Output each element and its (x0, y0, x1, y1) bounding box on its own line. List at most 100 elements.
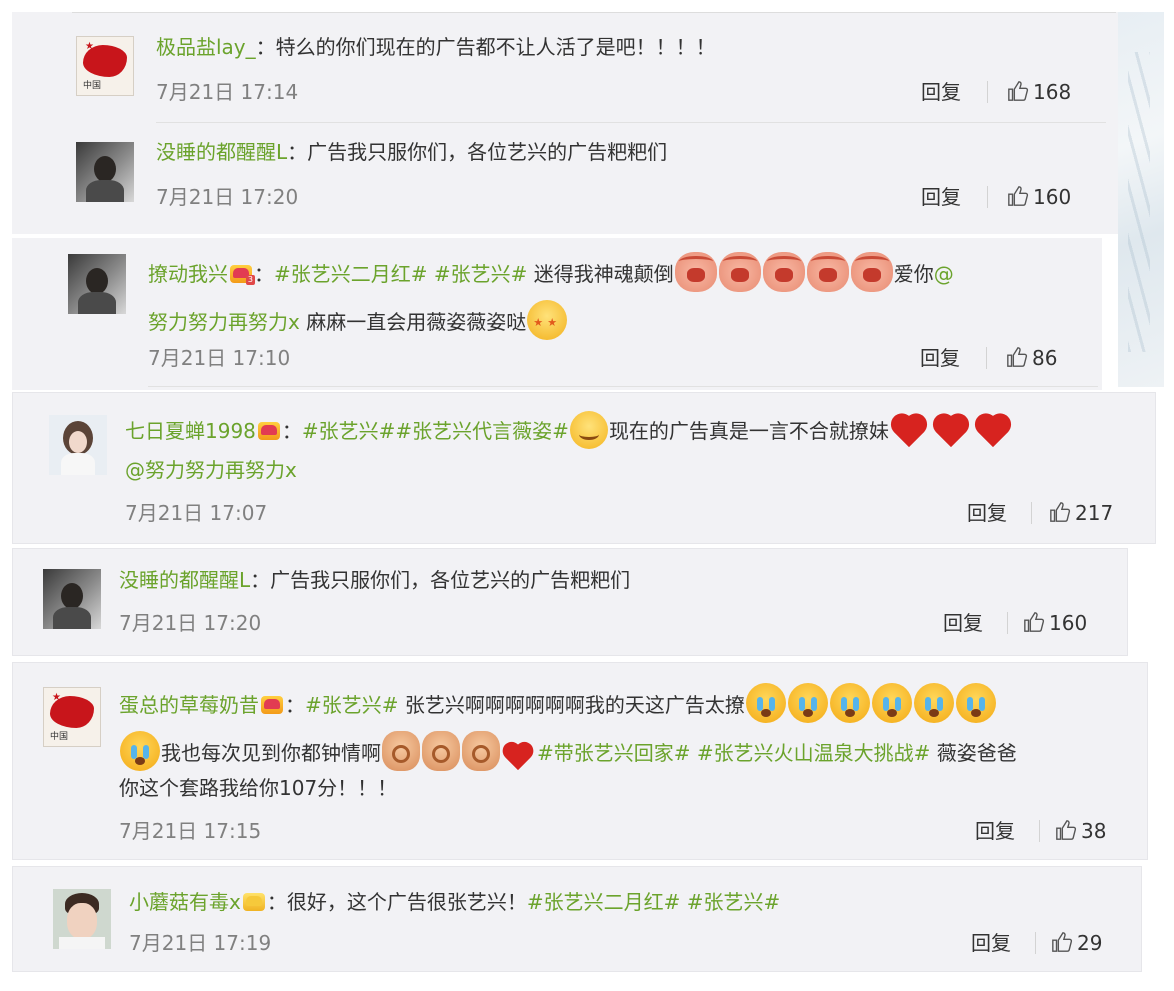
like-button[interactable]: 168 (1007, 80, 1071, 104)
comment-text: 小蘑菇有毒x ：很好，这个广告很张艺兴！#张艺兴二月红# #张艺兴# (129, 890, 781, 914)
like-button[interactable]: 160 (1023, 611, 1087, 635)
heart-emoji-icon (890, 413, 930, 449)
pig-emoji-icon (674, 252, 717, 292)
bow-emoji-icon (422, 731, 460, 771)
reply-button[interactable]: 回复 (943, 611, 983, 635)
avatar[interactable]: ★ 中国 (76, 36, 134, 96)
background-map-strip (1118, 12, 1164, 387)
smile-emoji-icon (569, 411, 608, 449)
username-link[interactable]: 没睡的都醒醒L (156, 140, 287, 164)
reply-button[interactable]: 回复 (920, 346, 960, 370)
crying-emoji-icon (829, 683, 870, 723)
starry-eyes-emoji-icon (527, 300, 568, 340)
reply-button[interactable]: 回复 (921, 185, 961, 209)
hashtag-link[interactable]: #张艺兴##张艺兴代言薇姿# (302, 419, 569, 443)
like-count: 38 (1081, 819, 1107, 843)
like-button[interactable]: 86 (1006, 346, 1057, 370)
heart-emoji-icon (502, 741, 536, 771)
comment-time: 7月21日 17:20 (156, 185, 299, 209)
username-link[interactable]: 没睡的都醒醒L (119, 568, 250, 592)
crying-emoji-icon (120, 731, 160, 771)
avatar[interactable]: ★ 中国 (43, 687, 101, 747)
reply-button[interactable]: 回复 (921, 80, 961, 104)
comment-card-1: ★ 中国 极品盐lay_：特么的你们现在的广告都不让人活了是吧！！！！ 7月21日… (12, 12, 1118, 234)
username-link[interactable]: 撩动我兴 (148, 262, 228, 286)
crying-emoji-icon (745, 683, 786, 723)
comment-text-continued: 努力努力再努力x 麻麻一直会用薇姿薇姿哒 (148, 300, 568, 340)
comment-text: 蛋总的草莓奶昔 ：#张艺兴# 张艺兴啊啊啊啊啊啊我的天这广告太撩 (119, 683, 997, 723)
bow-emoji-icon (462, 731, 500, 771)
crying-emoji-icon (871, 683, 912, 723)
crying-emoji-icon (955, 683, 996, 723)
comment-card-2: 撩动我兴 3 ：#张艺兴二月红# #张艺兴# 迷得我神魂颠倒 爱你@ 努力努力再努力x… (12, 238, 1102, 390)
hashtag-link[interactable]: #张艺兴# (687, 890, 781, 914)
comment-text: 极品盐lay_：特么的你们现在的广告都不让人活了是吧！！！！ (156, 35, 716, 59)
action-divider (986, 347, 987, 369)
hashtag-link[interactable]: #张艺兴# (305, 693, 399, 717)
avatar[interactable] (49, 415, 107, 475)
crown-badge-icon[interactable] (261, 696, 283, 714)
comment-text: 七日夏蝉1998 ：#张艺兴##张艺兴代言薇姿# 现在的广告真是一言不合就撩妹 (125, 411, 1015, 449)
username-link[interactable]: 极品盐lay_ (156, 35, 256, 59)
like-count: 86 (1032, 346, 1058, 370)
crying-emoji-icon (913, 683, 954, 723)
pig-emoji-icon (718, 252, 761, 292)
hashtag-link[interactable]: #张艺兴火山温泉大挑战# (697, 741, 931, 765)
comment-card-3: 七日夏蝉1998 ：#张艺兴##张艺兴代言薇姿# 现在的广告真是一言不合就撩妹 @努… (12, 392, 1156, 544)
comment-time: 7月21日 17:10 (148, 346, 291, 370)
like-count: 168 (1033, 80, 1072, 104)
reply-button[interactable]: 回复 (967, 501, 1007, 525)
like-count: 160 (1049, 611, 1088, 635)
thumbs-up-icon (1024, 612, 1045, 632)
action-divider (987, 186, 988, 208)
avatar[interactable] (43, 569, 101, 629)
hashtag-link[interactable]: #张艺兴二月红# (274, 262, 428, 286)
username-link[interactable]: 蛋总的草莓奶昔 (119, 693, 259, 717)
avatar[interactable] (53, 889, 111, 949)
vip-badge-icon[interactable] (242, 893, 265, 911)
username-link[interactable]: 七日夏蝉1998 (125, 419, 256, 443)
avatar[interactable] (76, 142, 134, 202)
pig-emoji-icon (762, 252, 805, 292)
comment-time: 7月21日 17:14 (156, 80, 299, 104)
like-button[interactable]: 160 (1007, 185, 1071, 209)
action-divider (1007, 612, 1008, 634)
reply-button[interactable]: 回复 (971, 931, 1011, 955)
like-button[interactable]: 217 (1049, 501, 1113, 525)
mention-link[interactable]: @努力努力再努力x (125, 458, 297, 482)
heart-emoji-icon (932, 413, 972, 449)
crown-badge-icon[interactable] (257, 422, 280, 440)
comment-text-continued: 你这个套路我给你107分！！！ (119, 776, 398, 800)
like-count: 217 (1075, 501, 1114, 525)
mention-link[interactable]: 努力努力再努力x (148, 310, 300, 334)
crying-emoji-icon (787, 683, 828, 723)
like-count: 160 (1033, 185, 1072, 209)
like-button[interactable]: 38 (1055, 819, 1106, 843)
action-divider (1031, 502, 1032, 524)
comment-card-6: 小蘑菇有毒x ：很好，这个广告很张艺兴！#张艺兴二月红# #张艺兴# 7月21日 … (12, 866, 1142, 972)
hashtag-link[interactable]: #张艺兴# (434, 262, 528, 286)
like-button[interactable]: 29 (1051, 931, 1102, 955)
thumbs-up-icon (1007, 347, 1028, 367)
hashtag-link[interactable]: #带张艺兴回家# (537, 741, 691, 765)
comment-text: 没睡的都醒醒L：广告我只服你们，各位艺兴的广告粑粑们 (119, 568, 631, 592)
hashtag-link[interactable]: #张艺兴二月红# (527, 890, 681, 914)
comment-text-continued: @努力努力再努力x (125, 455, 297, 485)
comment-text-continued: 我也每次见到你都钟情啊 #带张艺兴回家# #张艺兴火山温泉大挑战# 薇姿爸爸 (119, 731, 1017, 771)
thumbs-up-icon (1050, 502, 1071, 522)
bow-emoji-icon (382, 731, 420, 771)
comment-time: 7月21日 17:07 (125, 501, 268, 525)
like-count: 29 (1077, 931, 1103, 955)
thumbs-up-icon (1008, 81, 1029, 101)
action-divider (1039, 820, 1040, 842)
comment-time: 7月21日 17:19 (129, 931, 272, 955)
avatar[interactable] (68, 254, 126, 314)
pig-emoji-icon (806, 252, 849, 292)
username-link[interactable]: 小蘑菇有毒x (129, 890, 241, 914)
comment-time: 7月21日 17:15 (119, 819, 262, 843)
mention-link[interactable]: @ (934, 262, 954, 286)
comment-time: 7月21日 17:20 (119, 611, 262, 635)
reply-button[interactable]: 回复 (975, 819, 1015, 843)
pig-emoji-icon (850, 252, 893, 292)
crown-badge-icon[interactable]: 3 (230, 265, 255, 285)
